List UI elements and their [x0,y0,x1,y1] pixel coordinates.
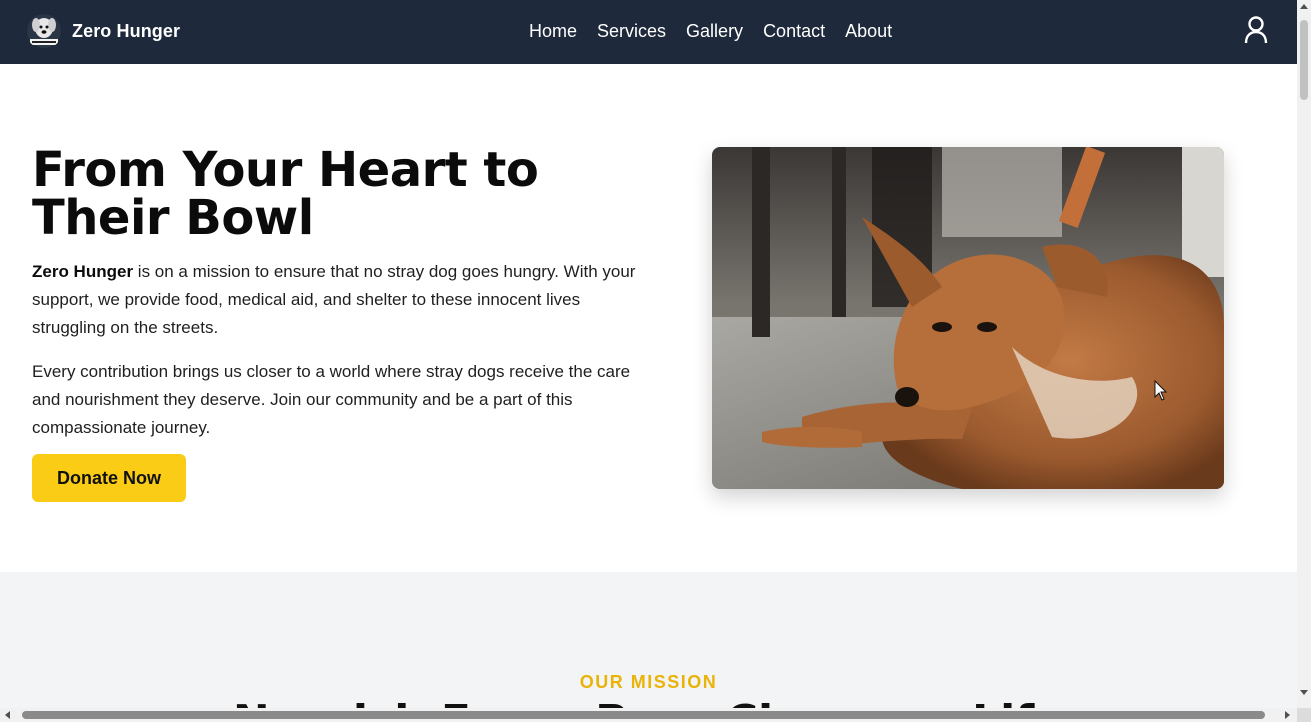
nav-link-contact[interactable]: Contact [763,21,825,42]
nav-link-gallery[interactable]: Gallery [686,21,743,42]
navbar: Zero Hunger Home Services Gallery Contac… [0,0,1297,64]
donate-now-button[interactable]: Donate Now [32,454,186,502]
mission-heading: Nourish Every Paw, Change a Life [0,696,1297,708]
hero-secondary-paragraph: Every contribution brings us closer to a… [32,362,631,437]
nav-link-about[interactable]: About [845,21,892,42]
mission-section: OUR MISSION Nourish Every Paw, Change a … [0,572,1297,708]
scroll-down-arrow-icon[interactable] [1300,690,1308,695]
nav-links: Home Services Gallery Contact About [529,21,892,42]
scrollbar-corner [1297,708,1311,722]
nav-link-services[interactable]: Services [597,21,666,42]
hero-intro-paragraph: Zero Hunger is on a mission to ensure th… [32,258,642,342]
scroll-up-arrow-icon[interactable] [1300,4,1308,9]
hero-dog-image [712,147,1224,489]
vertical-scrollbar[interactable] [1297,0,1311,708]
vertical-scroll-thumb[interactable] [1300,20,1308,100]
brand[interactable]: Zero Hunger [26,13,180,49]
brand-name: Zero Hunger [72,20,181,41]
mission-label: OUR MISSION [579,672,718,692]
horizontal-scrollbar[interactable] [0,708,1297,722]
dog-logo-icon [26,13,62,49]
hero-title: From Your Heart to Their Bowl [32,142,539,246]
page-viewport: Zero Hunger Home Services Gallery Contac… [0,0,1297,708]
user-icon[interactable] [1243,16,1269,44]
nav-link-home[interactable]: Home [529,21,577,42]
horizontal-scroll-thumb[interactable] [22,711,1265,719]
hero-intro-brand: Zero Hunger [32,262,134,281]
scroll-left-arrow-icon[interactable] [5,711,10,719]
scroll-right-arrow-icon[interactable] [1285,711,1290,719]
